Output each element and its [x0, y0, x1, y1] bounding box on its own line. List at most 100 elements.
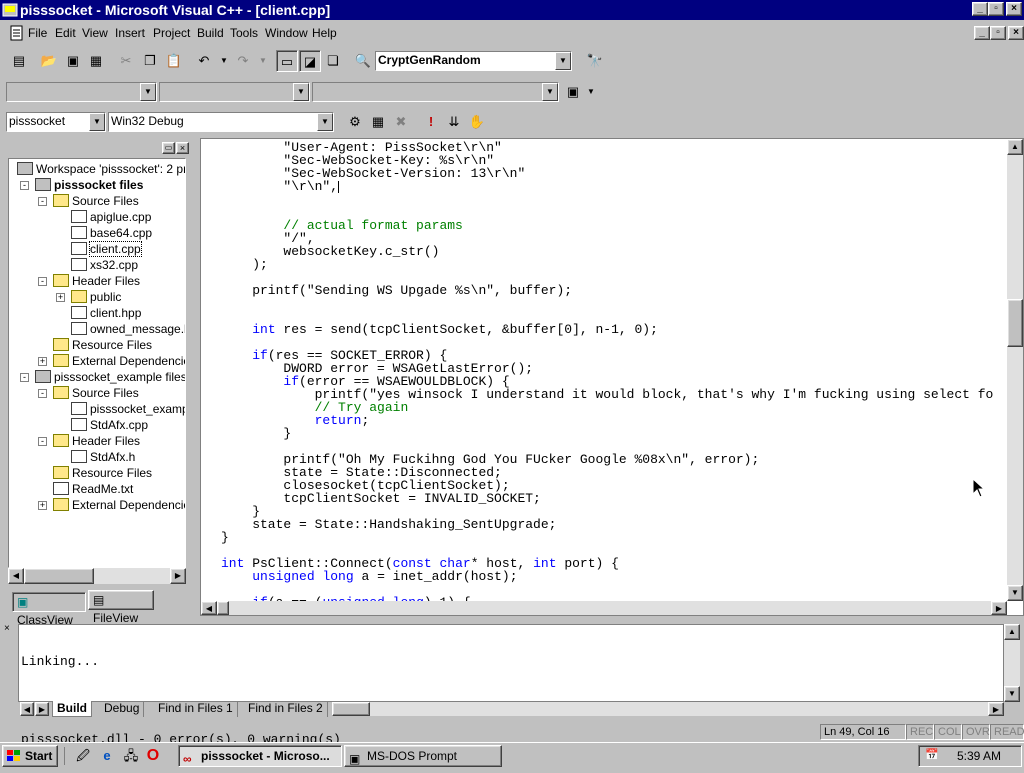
collapse-icon[interactable]: -: [38, 389, 47, 398]
editor-vscrollbar[interactable]: ▲ ▼: [1007, 139, 1023, 601]
build-icon[interactable]: ▦: [367, 111, 389, 133]
menu-insert[interactable]: Insert: [115, 26, 145, 40]
tree-item[interactable]: Resource Files: [53, 465, 152, 481]
menu-edit[interactable]: Edit: [55, 26, 76, 40]
task-ms-dos-prompt[interactable]: ▣ MS-DOS Prompt: [344, 745, 502, 767]
opera-icon[interactable]: O: [142, 745, 164, 767]
tree-item[interactable]: client.hpp: [71, 305, 141, 321]
tree-item[interactable]: + External Dependencies: [38, 353, 185, 369]
tree-item[interactable]: Resource Files: [53, 337, 152, 353]
go-icon[interactable]: ⇊: [443, 111, 465, 133]
tree-item[interactable]: pisssocket_exampl: [71, 401, 185, 417]
scroll-down-icon[interactable]: ▼: [1007, 585, 1023, 601]
expand-icon[interactable]: +: [38, 357, 47, 366]
minimize-button[interactable]: _: [972, 2, 988, 16]
redo-icon[interactable]: ↷: [232, 50, 254, 72]
window-list-icon[interactable]: ❏: [322, 50, 344, 72]
execute-icon[interactable]: !: [420, 111, 442, 133]
show-desktop-icon[interactable]: 🖉: [72, 745, 94, 767]
tree-item[interactable]: + public: [56, 289, 121, 305]
output-hscrollbar[interactable]: ▶: [332, 702, 1004, 716]
tree-item[interactable]: StdAfx.h: [71, 449, 135, 465]
scroll-right-icon[interactable]: ▶: [170, 568, 186, 584]
find-icon[interactable]: 🔭: [584, 50, 606, 72]
menu-tools[interactable]: Tools: [230, 26, 258, 40]
menu-build[interactable]: Build: [197, 26, 224, 40]
collapse-icon[interactable]: -: [38, 277, 47, 286]
scheduler-icon[interactable]: 📅: [925, 748, 939, 761]
new-file-icon[interactable]: ▤: [8, 50, 30, 72]
cut-icon[interactable]: ✂: [115, 50, 137, 72]
paste-icon[interactable]: 📋: [163, 50, 185, 72]
menu-file[interactable]: File: [28, 26, 47, 40]
tree-item[interactable]: - Source Files: [38, 193, 139, 209]
output-vscrollbar[interactable]: ▲ ▼: [1004, 624, 1020, 702]
code-editor[interactable]: "User-Agent: PissSocket\r\n" "Sec-WebSoc…: [200, 138, 1024, 616]
find-combo[interactable]: CryptGenRandom ▼: [375, 51, 572, 71]
collapse-icon[interactable]: -: [20, 181, 29, 190]
chevron-down-icon[interactable]: ▼: [293, 83, 309, 101]
tree-item[interactable]: xs32.cpp: [71, 257, 138, 273]
clock[interactable]: 5:39 AM: [957, 749, 1001, 763]
breakpoint-hand-icon[interactable]: ✋: [466, 111, 488, 133]
chevron-down-icon[interactable]: ▼: [317, 113, 333, 131]
internet-explorer-icon[interactable]: e: [96, 745, 118, 767]
tree-item[interactable]: ReadMe.txt: [53, 481, 133, 497]
menu-project[interactable]: Project: [153, 26, 190, 40]
tab-classview[interactable]: ▣ ClassView: [12, 592, 86, 627]
copy-icon[interactable]: ❐: [139, 50, 161, 72]
scroll-thumb[interactable]: [1007, 299, 1023, 347]
tree-item[interactable]: - Header Files: [38, 433, 140, 449]
doc-minimize-button[interactable]: _: [974, 26, 990, 40]
code-text[interactable]: "User-Agent: PissSocket\r\n" "Sec-WebSoc…: [221, 139, 1006, 601]
scroll-thumb[interactable]: [24, 568, 94, 584]
tree-item[interactable]: Workspace 'pisssocket': 2 proje: [17, 161, 185, 177]
save-icon[interactable]: ▣: [62, 50, 84, 72]
tab-scroll-left-icon[interactable]: ◀: [20, 702, 34, 716]
wizard-dropdown-icon[interactable]: ▼: [580, 81, 602, 103]
tab-find-in-files-1[interactable]: Find in Files 1: [154, 701, 238, 717]
doc-restore-button[interactable]: ▫: [990, 26, 1006, 40]
close-button[interactable]: ×: [1006, 2, 1022, 16]
tree-hscrollbar[interactable]: ◀ ▶: [8, 568, 186, 584]
tree-item[interactable]: - Source Files: [38, 385, 139, 401]
undo-icon[interactable]: ↶: [193, 50, 215, 72]
title-bar[interactable]: pisssocket - Microsoft Visual C++ - [cli…: [0, 0, 1024, 20]
stop-build-icon[interactable]: ✖: [390, 111, 412, 133]
compile-icon[interactable]: ⚙: [344, 111, 366, 133]
find-in-files-icon[interactable]: 🔍: [352, 50, 374, 72]
tree-item[interactable]: - pisssocket files: [20, 177, 143, 193]
expand-icon[interactable]: +: [56, 293, 65, 302]
project-combo[interactable]: pisssocket ▼: [6, 112, 106, 132]
scroll-right-icon[interactable]: ▶: [991, 601, 1007, 615]
class-combo[interactable]: ▼: [6, 82, 157, 102]
output-toggle-icon[interactable]: ◪: [299, 50, 321, 72]
collapse-icon[interactable]: -: [38, 437, 47, 446]
pane-close-button[interactable]: ×: [176, 142, 189, 154]
config-combo[interactable]: Win32 Debug ▼: [108, 112, 334, 132]
tree-item[interactable]: base64.cpp: [71, 225, 152, 241]
explorer-icon[interactable]: 🖧: [120, 745, 142, 767]
tree-item[interactable]: client.cpp: [71, 241, 142, 257]
tab-build[interactable]: Build: [52, 701, 92, 717]
pane-restore-button[interactable]: ▭: [162, 142, 175, 154]
tree-item[interactable]: owned_message.h: [71, 321, 185, 337]
redo-dropdown-icon[interactable]: ▼: [252, 50, 274, 72]
open-icon[interactable]: 📂: [38, 50, 60, 72]
tree-item[interactable]: - pisssocket_example files: [20, 369, 185, 385]
tree-item[interactable]: + External Dependencies: [38, 497, 185, 513]
tab-find-in-files-2[interactable]: Find in Files 2: [244, 701, 328, 717]
scroll-up-icon[interactable]: ▲: [1007, 139, 1023, 155]
expand-icon[interactable]: +: [38, 501, 47, 510]
workspace-toggle-icon[interactable]: ▭: [276, 50, 298, 72]
menu-help[interactable]: Help: [312, 26, 337, 40]
chevron-down-icon[interactable]: ▼: [542, 83, 558, 101]
filter-combo[interactable]: ▼: [159, 82, 310, 102]
scroll-right-icon[interactable]: ▶: [988, 702, 1004, 716]
output-text-area[interactable]: Linking... pisssocket.dll - 0 error(s), …: [18, 624, 1004, 746]
scroll-thumb[interactable]: [332, 702, 370, 716]
restore-button[interactable]: ▫: [988, 2, 1004, 16]
tree-item[interactable]: apiglue.cpp: [71, 209, 151, 225]
scroll-thumb[interactable]: [217, 601, 229, 615]
chevron-down-icon[interactable]: ▼: [89, 113, 105, 131]
